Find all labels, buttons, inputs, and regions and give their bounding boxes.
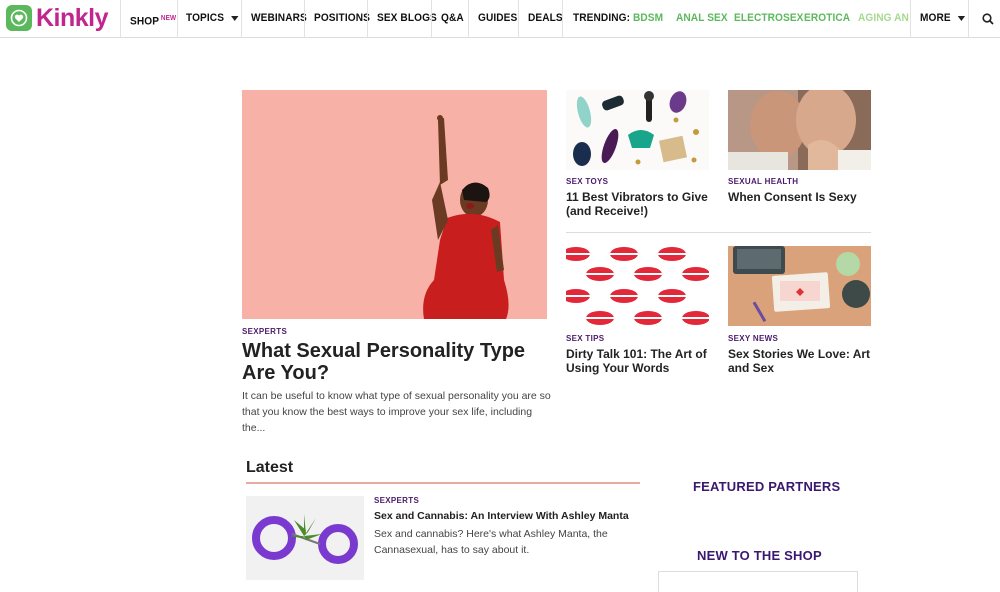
new-badge: NEW <box>160 15 177 22</box>
new-to-shop-heading: NEW TO THE SHOP <box>697 548 822 563</box>
card-image-lips[interactable] <box>566 246 709 326</box>
shop-product-box[interactable] <box>658 571 858 592</box>
nav-qa[interactable]: Q&A <box>441 0 464 37</box>
nav-shop-label: SHOP <box>130 15 160 28</box>
search-icon[interactable] <box>982 12 994 30</box>
latest-heading: Latest <box>246 459 294 476</box>
card-title[interactable]: 11 Best Vibrators to Give (and Receive!) <box>566 190 716 218</box>
card-title[interactable]: Dirty Talk 101: The Art of Using Your Wo… <box>566 347 716 375</box>
card-title[interactable]: When Consent Is Sexy <box>728 190 878 204</box>
latest-title[interactable]: Sex and Cannabis: An Interview With Ashl… <box>374 510 629 522</box>
featured-partners-heading: FEATURED PARTNERS <box>693 479 841 494</box>
hero-image[interactable] <box>242 90 547 319</box>
hero-excerpt: It can be useful to know what type of se… <box>242 390 551 434</box>
card-image-consent[interactable] <box>728 90 871 170</box>
card-category[interactable]: SEX TOYS <box>566 177 608 186</box>
card-category[interactable]: SEXY NEWS <box>728 334 778 343</box>
trending-bdsm[interactable]: BDSM <box>633 0 663 37</box>
card-title[interactable]: Sex Stories We Love: Art and Sex <box>728 347 878 375</box>
nav-topics-label: TOPICS <box>186 12 225 24</box>
card-image-art[interactable] <box>728 246 871 326</box>
latest-image[interactable] <box>246 496 364 580</box>
hero-category[interactable]: SEXPERTS <box>242 327 287 336</box>
trending-aging[interactable]: AGING AND S <box>858 0 910 37</box>
trending-anal-sex[interactable]: ANAL SEX <box>676 0 728 37</box>
chevron-down-icon <box>231 15 239 21</box>
latest-underline <box>246 482 640 484</box>
nav-positions[interactable]: POSITIONS <box>314 0 370 37</box>
latest-excerpt: Sex and cannabis? Here's what Ashley Man… <box>374 528 608 556</box>
hero-title[interactable]: What Sexual Personality Type Are You? <box>242 340 562 384</box>
logo-wordmark: Kinkly <box>36 3 109 32</box>
trending-erotica[interactable]: EROTICA <box>804 0 850 37</box>
logo[interactable]: Kinkly <box>6 3 109 33</box>
nav-more-label: MORE <box>920 12 951 24</box>
nav-more[interactable]: MORE <box>920 0 966 37</box>
card-image-vibrators[interactable] <box>566 90 709 170</box>
card-category[interactable]: SEX TIPS <box>566 334 604 343</box>
card-category[interactable]: SEXUAL HEALTH <box>728 177 798 186</box>
trending-electrosex[interactable]: ELECTROSEX <box>734 0 804 37</box>
divider <box>566 232 871 233</box>
nav-shop[interactable]: SHOP NEW <box>130 0 176 37</box>
chevron-down-icon <box>958 15 966 21</box>
nav-sex-blogs[interactable]: SEX BLOGS <box>377 0 437 37</box>
heart-logo-icon <box>6 5 32 31</box>
nav-deals[interactable]: DEALS <box>528 0 563 37</box>
top-nav: Kinkly SHOP NEW TOPICS WEBINARS POSITIONS… <box>0 0 1000 38</box>
nav-topics[interactable]: TOPICS <box>186 0 239 37</box>
nav-webinars[interactable]: WEBINARS <box>251 0 307 37</box>
latest-category[interactable]: SEXPERTS <box>374 496 419 505</box>
nav-guides[interactable]: GUIDES <box>478 0 517 37</box>
trending-label: TRENDING: <box>573 12 631 24</box>
